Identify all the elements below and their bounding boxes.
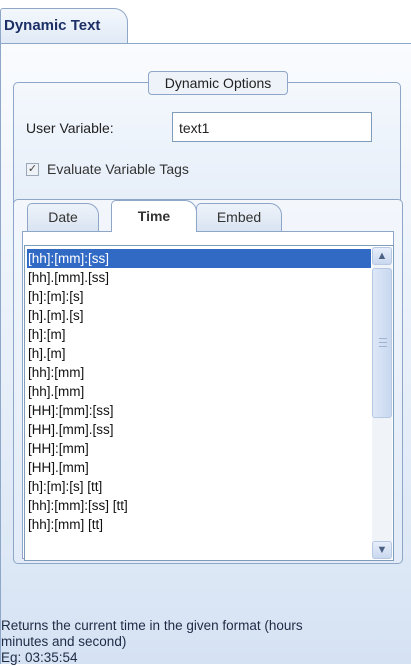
- tab-embed[interactable]: Embed: [196, 203, 282, 231]
- time-format-list[interactable]: [hh]:[mm]:[ss] [hh].[mm].[ss] [h]:[m]:[s][…: [24, 245, 394, 561]
- chevron-down-icon: ▼: [376, 544, 388, 556]
- list-item[interactable]: [hh].[mm].[ss]: [27, 268, 371, 287]
- list-item[interactable]: [HH]:[mm]:[ss]: [27, 401, 371, 420]
- tab-time-label: Time: [137, 208, 171, 224]
- evaluate-variable-tags-checkbox[interactable]: ✓: [26, 163, 39, 176]
- list-item[interactable]: [HH].[mm].[ss]: [27, 420, 371, 439]
- list-item[interactable]: [h].[m]: [27, 344, 371, 363]
- scroll-thumb[interactable]: [372, 268, 392, 418]
- tab-time[interactable]: Time: [111, 200, 197, 232]
- dynamic-text-panel: Dynamic Options User Variable: text1 ✓ E…: [0, 44, 411, 666]
- format-tabs-container: Date Embed Time [hh]:[mm]:[ss] [hh].[mm].…: [13, 199, 403, 564]
- list-item[interactable]: [h].[m].[s]: [27, 306, 371, 325]
- scroll-up-button[interactable]: ▲: [372, 247, 392, 265]
- list-item[interactable]: [hh]:[mm]:[ss]: [27, 249, 371, 268]
- format-description: Returns the current time in the given fo…: [1, 618, 406, 666]
- list-item[interactable]: [hh]:[mm]: [27, 363, 371, 382]
- evaluate-variable-tags-label: Evaluate Variable Tags: [47, 161, 189, 177]
- user-variable-label: User Variable:: [26, 120, 114, 136]
- tab-dynamic-text-label: Dynamic Text: [4, 17, 101, 34]
- tab-date-label: Date: [48, 209, 78, 225]
- tab-date[interactable]: Date: [27, 203, 99, 231]
- scroll-grip-icon: [379, 338, 387, 347]
- dynamic-options-legend: Dynamic Options: [148, 71, 288, 95]
- user-variable-input[interactable]: text1: [172, 112, 372, 142]
- scroll-down-button[interactable]: ▼: [372, 541, 392, 559]
- list-scrollbar[interactable]: ▲ ▼: [372, 247, 392, 559]
- list-item[interactable]: [h]:[m]:[s] [tt]: [27, 477, 371, 496]
- list-item[interactable]: [HH].[mm]: [27, 458, 371, 477]
- checkmark-icon: ✓: [27, 163, 38, 175]
- list-item[interactable]: [h]:[m]:[s]: [27, 287, 371, 306]
- list-item[interactable]: [HH]:[mm]: [27, 439, 371, 458]
- list-item[interactable]: [hh]:[mm] [tt]: [27, 515, 371, 534]
- time-format-items: [hh]:[mm]:[ss] [hh].[mm].[ss] [h]:[m]:[s][…: [27, 249, 371, 534]
- description-line: Returns the current time in the given fo…: [1, 618, 303, 633]
- chevron-up-icon: ▲: [376, 250, 388, 262]
- tab-strip: Dynamic Text: [0, 0, 411, 45]
- description-line: minutes and second): [1, 634, 127, 649]
- tab-embed-label: Embed: [216, 209, 262, 225]
- list-item[interactable]: [hh]:[mm]:[ss] [tt]: [27, 496, 371, 515]
- tab-dynamic-text[interactable]: Dynamic Text: [0, 8, 128, 45]
- list-item[interactable]: [h]:[m]: [27, 325, 371, 344]
- list-item[interactable]: [hh].[mm]: [27, 382, 371, 401]
